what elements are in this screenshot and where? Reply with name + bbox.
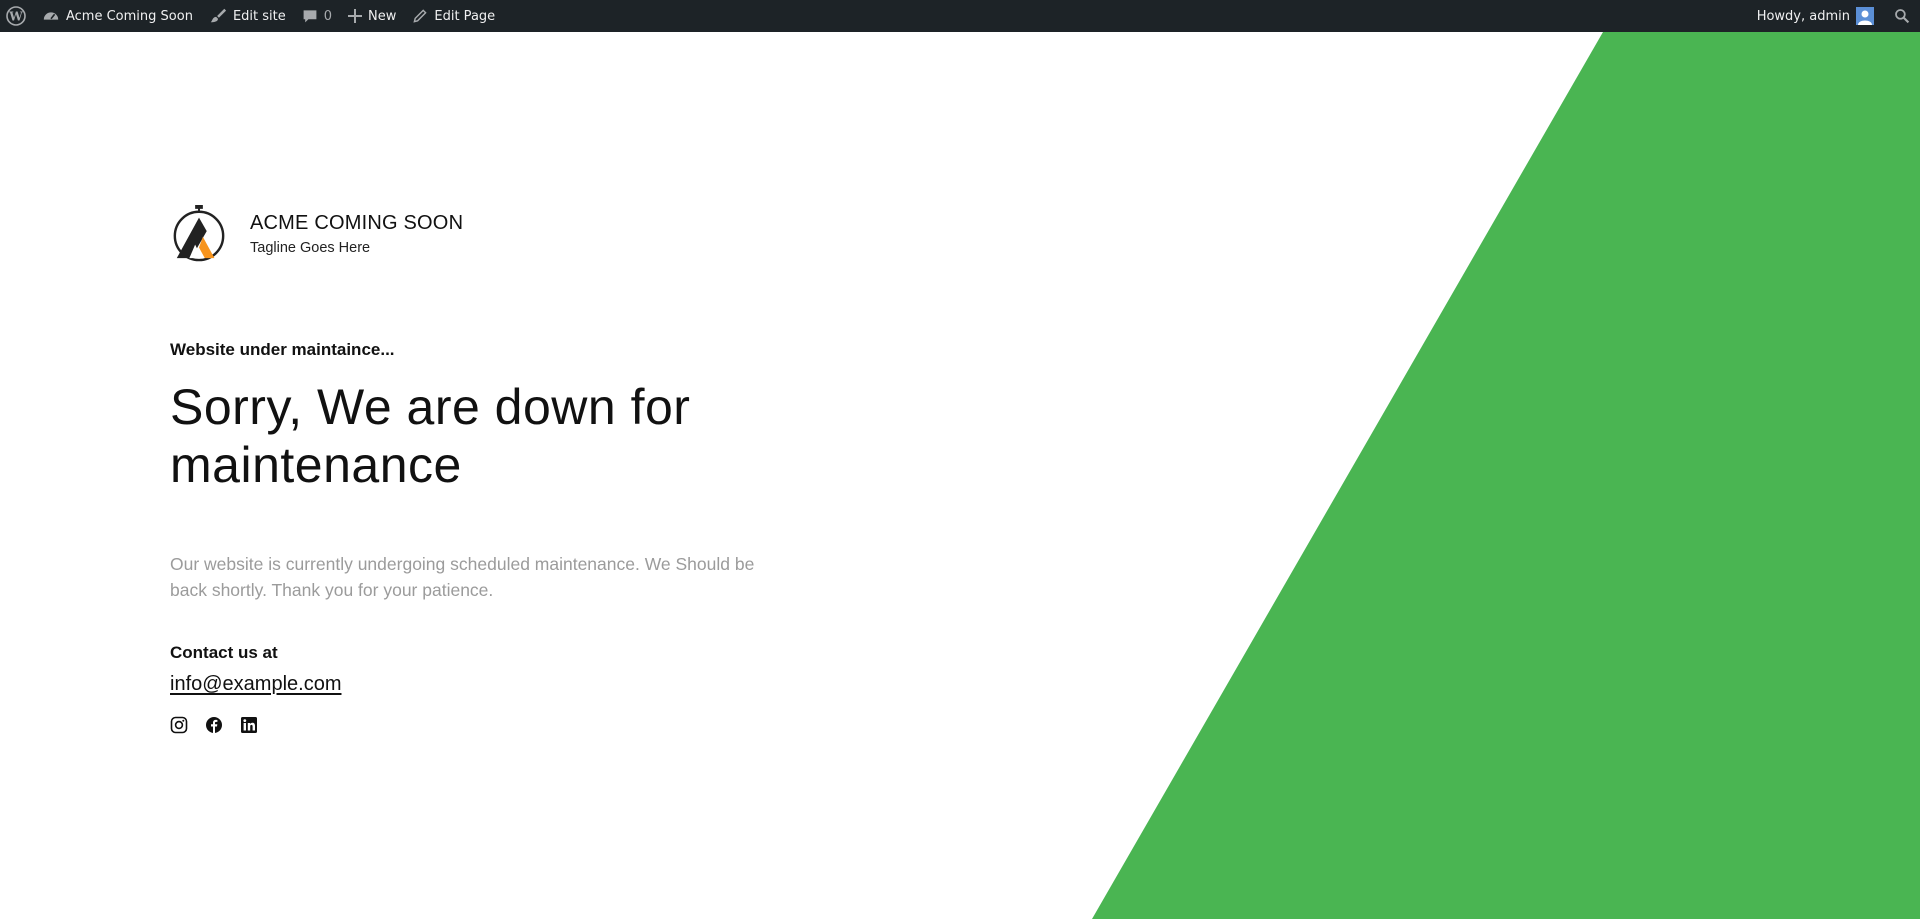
admin-bar-right: Howdy, admin — [1749, 0, 1920, 32]
page-title: Sorry, We are down for maintenance — [170, 379, 691, 493]
dashboard-gauge-icon — [43, 12, 59, 20]
wordpress-menu[interactable]: W — [0, 0, 34, 32]
wordpress-logo-icon: W — [6, 6, 26, 26]
site-tagline: Tagline Goes Here — [250, 240, 371, 256]
maintenance-eyebrow: Website under maintaince... — [170, 340, 395, 359]
comments-count: 0 — [323, 8, 333, 24]
pencil-icon — [413, 9, 427, 23]
edit-site-label: Edit site — [232, 8, 286, 24]
avatar — [1856, 7, 1874, 25]
new-content-menu[interactable]: New — [340, 0, 404, 32]
admin-bar: W Acme Coming Soon Edit site 0 New Edit … — [0, 0, 1920, 32]
site-name-label: Acme Coming Soon — [66, 8, 193, 24]
site-title[interactable]: ACME COMING SOON — [250, 212, 463, 235]
contact-email-link[interactable]: info@example.com — [170, 673, 341, 696]
admin-bar-left: W Acme Coming Soon Edit site 0 New Edit … — [0, 0, 503, 32]
social-links — [170, 716, 810, 734]
admin-bar-search[interactable] — [1882, 0, 1920, 32]
maintenance-description: Our website is currently undergoing sche… — [170, 554, 755, 600]
site-logo[interactable] — [170, 204, 228, 264]
greeting-label: Howdy, admin — [1756, 8, 1850, 24]
comment-bubble-icon — [303, 10, 317, 23]
site-name-menu[interactable]: Acme Coming Soon — [34, 0, 201, 32]
search-icon — [1895, 9, 1910, 24]
edit-page-link[interactable]: Edit Page — [404, 0, 503, 32]
my-account-menu[interactable]: Howdy, admin — [1749, 0, 1882, 32]
instagram-link[interactable] — [170, 716, 188, 734]
linkedin-icon — [241, 717, 257, 733]
comments-link[interactable]: 0 — [294, 0, 340, 32]
edit-site-link[interactable]: Edit site — [201, 0, 294, 32]
linkedin-link[interactable] — [240, 716, 258, 734]
instagram-icon — [170, 716, 188, 734]
brush-icon — [210, 8, 227, 23]
plus-icon — [348, 9, 363, 23]
site-branding: ACME COMING SOON Tagline Goes Here — [170, 204, 810, 264]
new-label: New — [368, 8, 397, 24]
contact-label: Contact us at — [170, 643, 278, 662]
facebook-icon — [206, 717, 222, 733]
svg-text:W: W — [8, 10, 23, 24]
maintenance-content: ACME COMING SOON Tagline Goes Here Websi… — [170, 204, 810, 734]
branding-text: ACME COMING SOON Tagline Goes Here — [250, 212, 463, 256]
edit-page-label: Edit Page — [434, 8, 496, 24]
facebook-link[interactable] — [205, 716, 223, 734]
